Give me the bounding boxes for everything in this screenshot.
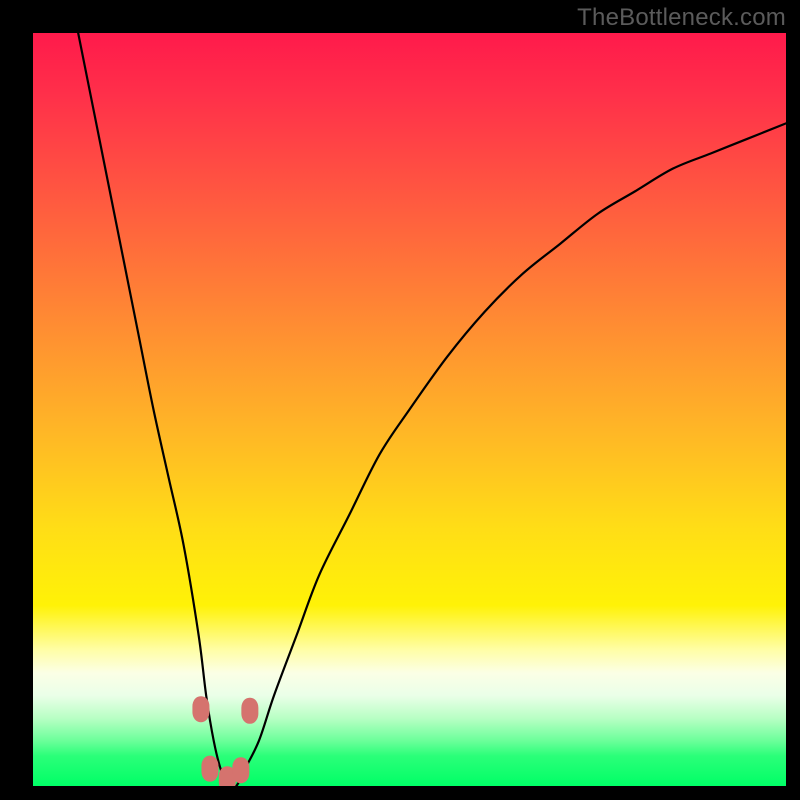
watermark-text: TheBottleneck.com <box>577 4 786 32</box>
curve-marker <box>192 696 209 722</box>
plot-area <box>33 33 786 786</box>
curve-marker <box>241 698 258 724</box>
curve-layer <box>33 33 786 786</box>
curve-marker <box>201 756 218 782</box>
bottleneck-curve <box>78 33 786 786</box>
curve-path <box>78 33 786 786</box>
curve-markers <box>192 696 258 786</box>
chart-frame: TheBottleneck.com <box>0 0 800 800</box>
curve-marker <box>232 757 249 783</box>
